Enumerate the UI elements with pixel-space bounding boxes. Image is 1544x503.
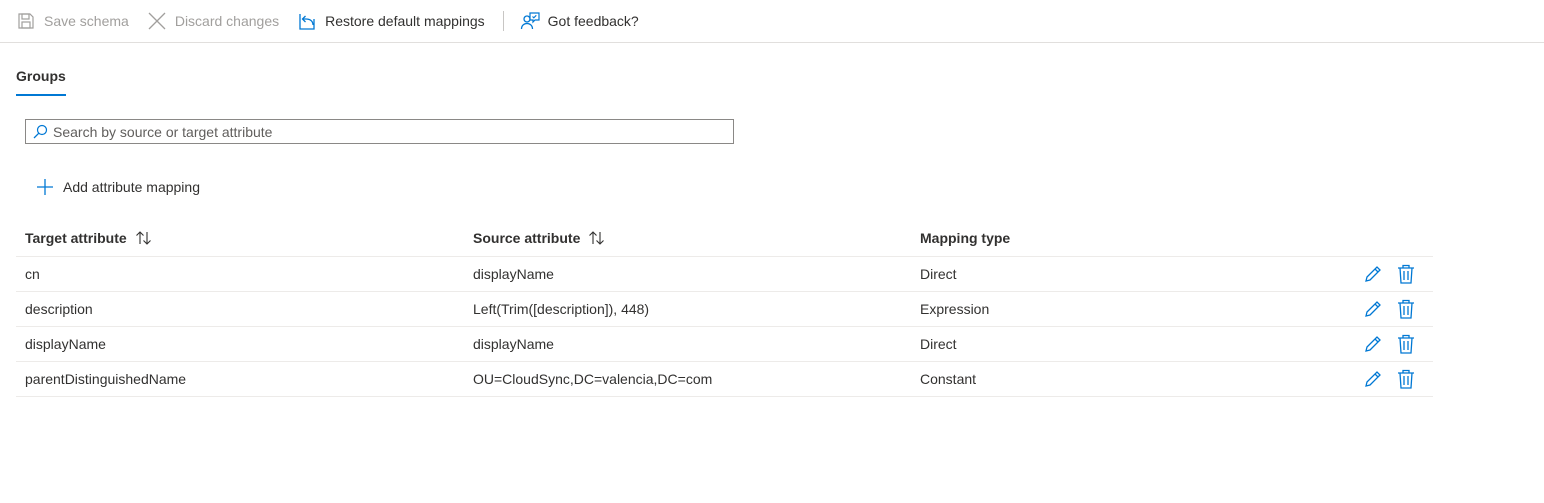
pencil-icon[interactable]	[1362, 368, 1384, 390]
table-row[interactable]: displayName displayName Direct	[16, 327, 1433, 362]
header-target-label: Target attribute	[25, 230, 127, 246]
save-schema-label: Save schema	[44, 13, 129, 29]
table-row[interactable]: parentDistinguishedName OU=CloudSync,DC=…	[16, 362, 1433, 397]
discard-changes-label: Discard changes	[174, 13, 280, 29]
target-attribute-cell: displayName	[25, 336, 106, 352]
table-row[interactable]: cn displayName Direct	[16, 257, 1433, 292]
tab-groups[interactable]: Groups	[16, 60, 66, 96]
restore-icon	[297, 11, 317, 31]
source-attribute-cell: Left(Trim([description]), 448)	[473, 301, 650, 317]
header-source-attribute: Source attribute	[464, 230, 911, 246]
header-target-attribute: Target attribute	[16, 230, 464, 246]
feedback-icon	[520, 11, 540, 31]
table-header: Target attribute Source attribute Mappin…	[16, 220, 1433, 257]
row-actions	[1341, 298, 1433, 320]
pencil-icon[interactable]	[1362, 333, 1384, 355]
close-icon	[147, 11, 167, 31]
target-attribute-cell: parentDistinguishedName	[25, 371, 187, 387]
command-bar: Save schema Discard changes Restore defa…	[0, 0, 1544, 43]
plus-icon	[35, 177, 55, 197]
source-attribute-cell: displayName	[473, 336, 554, 352]
restore-default-mappings-button[interactable]: Restore default mappings	[297, 5, 485, 37]
row-actions	[1341, 263, 1433, 285]
toolbar-divider	[502, 11, 504, 31]
restore-default-mappings-label: Restore default mappings	[325, 13, 485, 29]
header-source-label: Source attribute	[473, 230, 581, 246]
trash-icon[interactable]	[1395, 333, 1417, 355]
discard-changes-button[interactable]: Discard changes	[147, 5, 279, 37]
save-icon	[16, 11, 36, 31]
sort-icon[interactable]	[135, 230, 153, 246]
table-row[interactable]: description Left(Trim([description]), 44…	[16, 292, 1433, 327]
mapping-type-cell: Expression	[920, 301, 990, 317]
add-attribute-mapping-button[interactable]: Add attribute mapping	[35, 174, 200, 200]
search-box	[25, 119, 734, 144]
got-feedback-button[interactable]: Got feedback?	[520, 5, 639, 37]
mapping-type-cell: Constant	[920, 371, 977, 387]
header-mapping-type: Mapping type	[920, 230, 1011, 246]
row-actions	[1341, 368, 1433, 390]
got-feedback-label: Got feedback?	[547, 13, 639, 29]
mapping-type-cell: Direct	[920, 336, 957, 352]
attribute-mapping-table: Target attribute Source attribute Mappin…	[16, 220, 1433, 397]
sort-icon[interactable]	[588, 230, 606, 246]
trash-icon[interactable]	[1395, 263, 1417, 285]
pencil-icon[interactable]	[1362, 263, 1384, 285]
pencil-icon[interactable]	[1362, 298, 1384, 320]
target-attribute-cell: description	[25, 301, 93, 317]
target-attribute-cell: cn	[25, 266, 40, 282]
search-input[interactable]	[53, 121, 733, 142]
trash-icon[interactable]	[1395, 298, 1417, 320]
source-attribute-cell: OU=CloudSync,DC=valencia,DC=com	[473, 371, 713, 387]
row-actions	[1341, 333, 1433, 355]
save-schema-button[interactable]: Save schema	[16, 5, 129, 37]
tab-list: Groups	[16, 60, 66, 96]
source-attribute-cell: displayName	[473, 266, 554, 282]
mapping-type-cell: Direct	[920, 266, 957, 282]
trash-icon[interactable]	[1395, 368, 1417, 390]
search-icon	[32, 124, 48, 140]
add-attribute-mapping-label: Add attribute mapping	[63, 179, 200, 195]
